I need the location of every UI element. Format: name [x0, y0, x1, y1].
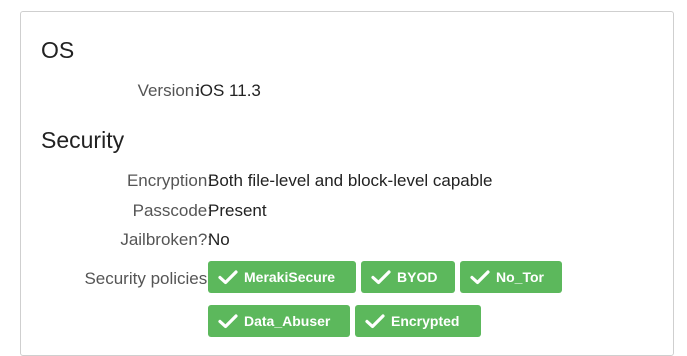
security-policies-label: Security policies:	[84, 269, 212, 288]
check-icon	[218, 269, 238, 285]
encryption-label: Encryption:	[126, 171, 212, 190]
policy-badge-data-abuser[interactable]: Data_Abuser	[208, 305, 350, 337]
check-icon	[371, 269, 391, 285]
jailbroken-label: Jailbroken?:	[120, 230, 212, 249]
policy-badge-label: Encrypted	[391, 313, 460, 329]
device-details-panel: OS Version: iOS 11.3 Security Encryption…	[20, 11, 674, 356]
version-value: iOS 11.3	[196, 81, 261, 100]
encryption-value: Both file-level and block-level capable	[208, 171, 493, 190]
policy-badge-merakisecure[interactable]: MerakiSecure	[208, 261, 356, 293]
passcode-value: Present	[208, 201, 267, 220]
check-icon	[470, 269, 490, 285]
policy-badge-label: Data_Abuser	[244, 313, 331, 329]
policy-badge-byod[interactable]: BYOD	[361, 261, 455, 293]
jailbroken-value: No	[208, 230, 230, 249]
check-icon	[365, 313, 385, 329]
policy-badge-label: No_Tor	[496, 269, 544, 285]
policy-badge-label: BYOD	[397, 269, 438, 285]
os-section-heading: OS	[41, 37, 75, 63]
check-icon	[218, 313, 238, 329]
passcode-label: Passcode:	[132, 201, 212, 220]
version-label: Version:	[137, 81, 199, 100]
policy-badge-encrypted[interactable]: Encrypted	[355, 305, 481, 337]
policy-badge-label: MerakiSecure	[244, 269, 336, 285]
security-section-heading: Security	[41, 127, 125, 153]
policy-badge-no-tor[interactable]: No_Tor	[460, 261, 562, 293]
